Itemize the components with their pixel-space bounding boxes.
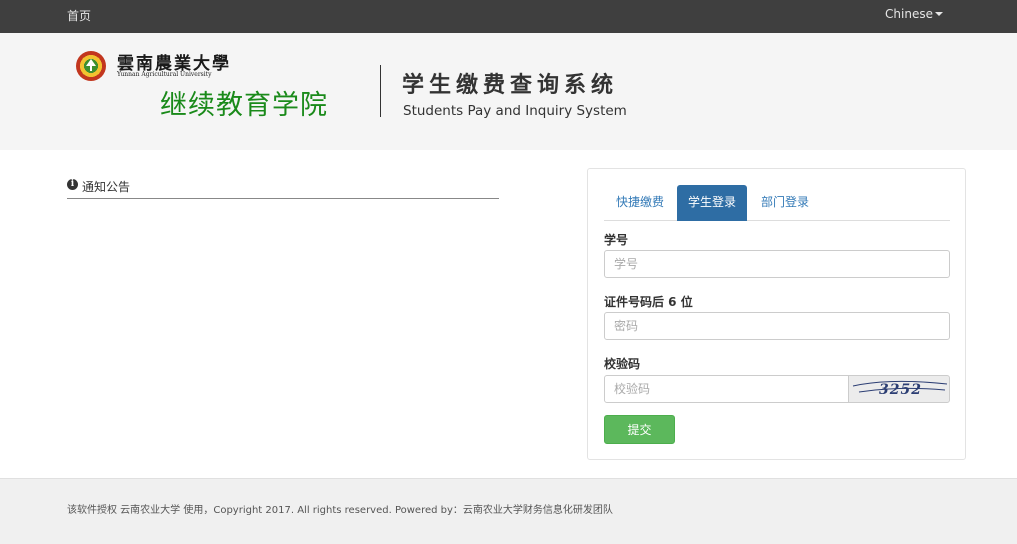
- header-divider: [380, 65, 381, 117]
- college-name: 继续教育学院: [160, 90, 328, 121]
- info-icon: i: [67, 179, 78, 190]
- tab-student-login[interactable]: 学生登录: [677, 185, 747, 221]
- captcha-label: 校验码: [604, 357, 641, 371]
- password-input[interactable]: [604, 312, 950, 340]
- login-tabs: 快捷缴费 学生登录 部门登录: [604, 185, 950, 221]
- captcha-input[interactable]: [604, 375, 849, 403]
- top-navbar: 首页 Chinese: [0, 0, 1017, 33]
- header-banner: 雲南農業大學 Yunnan Agricultural University 继续…: [0, 33, 1017, 150]
- notice-heading: i 通知公告: [67, 177, 499, 199]
- tree-icon: [86, 59, 96, 71]
- caret-down-icon: [935, 12, 943, 16]
- id-last6-label: 证件号码后 6 位: [604, 295, 693, 309]
- notice-label[interactable]: 通知公告: [82, 178, 130, 195]
- language-dropdown[interactable]: Chinese: [885, 7, 943, 21]
- submit-button[interactable]: 提交: [604, 415, 675, 444]
- tab-quick-pay[interactable]: 快捷缴费: [604, 185, 676, 221]
- system-title-en: Students Pay and Inquiry System: [403, 103, 627, 119]
- captcha-image[interactable]: 3252: [848, 375, 950, 403]
- student-id-label: 学号: [604, 233, 629, 247]
- home-link[interactable]: 首页: [67, 7, 91, 24]
- login-panel: 快捷缴费 学生登录 部门登录 学号 证件号码后 6 位 校验码 3252 提交: [587, 168, 966, 460]
- university-name-en: Yunnan Agricultural University: [117, 71, 212, 78]
- system-title: 学生缴费查询系统: [402, 73, 619, 98]
- footer-copyright: 该软件授权 云南农业大学 使用，Copyright 2017. All righ…: [67, 505, 613, 516]
- student-id-input[interactable]: [604, 250, 950, 278]
- captcha-text: 3252: [879, 382, 922, 398]
- language-label: Chinese: [885, 7, 933, 21]
- footer: 该软件授权 云南农业大学 使用，Copyright 2017. All righ…: [0, 478, 1017, 544]
- tab-department-login[interactable]: 部门登录: [749, 185, 821, 221]
